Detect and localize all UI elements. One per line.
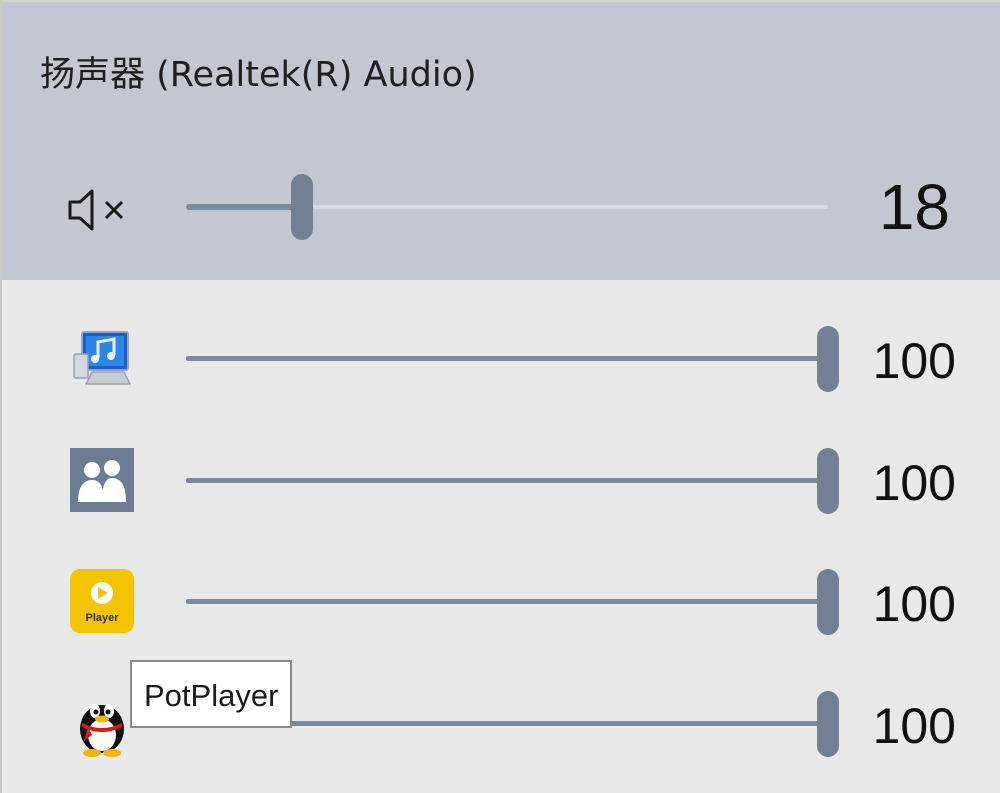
people-icon[interactable] [68,446,136,514]
slider-thumb[interactable] [817,448,839,514]
slider-track[interactable] [186,599,828,604]
system-sounds-icon[interactable] [68,324,136,392]
app-row-player: Player 100 [2,557,1000,647]
app-volume-value: 100 [872,455,956,511]
player-icon[interactable]: Player [68,567,136,635]
slider-thumb[interactable] [290,174,313,240]
speaker-muted-icon[interactable] [66,186,136,234]
device-title: 扬声器 (Realtek(R) Audio) [40,55,477,95]
app-volume-slider[interactable] [186,446,839,516]
qq-penguin-icon[interactable] [68,689,136,757]
slider-track[interactable] [186,356,828,361]
app-volume-value: 100 [872,698,956,754]
app-volume-value: 100 [872,333,956,389]
slider-fill [186,204,302,210]
slider-track[interactable] [186,478,828,483]
app-volume-slider[interactable] [186,567,839,637]
app-row-system-sounds: 100 [2,314,1000,404]
app-row-people: 100 [2,436,1000,526]
slider-thumb[interactable] [817,326,839,392]
app-volume-value: 100 [872,576,956,632]
slider-thumb[interactable] [817,569,839,635]
app-volume-slider[interactable] [186,324,839,394]
device-section: 扬声器 (Realtek(R) Audio) 18 [2,2,1000,280]
volume-mixer: 扬声器 (Realtek(R) Audio) 18 100 100 Player… [0,0,1000,793]
master-volume-value: 18 [878,171,950,243]
master-volume-slider[interactable] [186,172,828,242]
player-icon-label: Player [85,612,119,624]
app-name-tooltip: PotPlayer [130,660,293,728]
slider-thumb[interactable] [817,691,839,757]
